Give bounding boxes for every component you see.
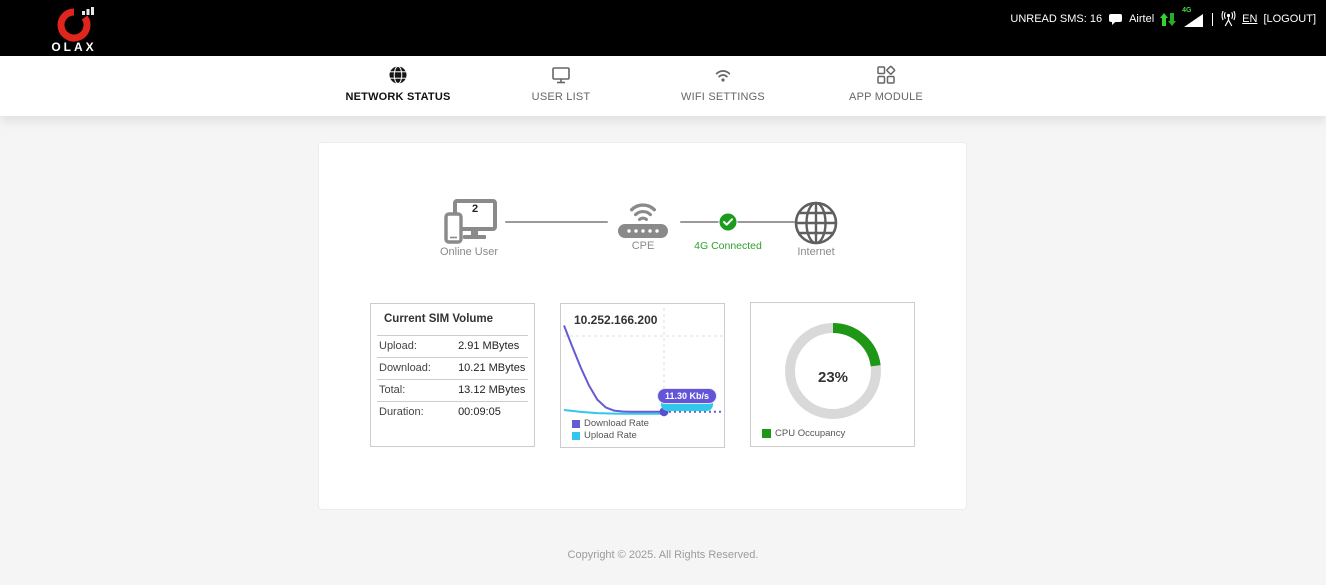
separator [1212,13,1213,26]
monitor-icon [550,64,572,86]
cpu-legend-swatch [762,429,771,438]
sim-volume-title: Current SIM Volume [384,313,493,325]
tab-label: USER LIST [496,91,626,103]
language-switch[interactable]: EN [1242,13,1257,25]
brand-logo: OLAX [44,3,104,55]
row-label: Upload: [379,336,455,357]
download-rate-badge: 11.30 Kb/s [657,388,717,404]
table-row: Download: 10.21 MBytes [377,357,528,379]
tab-user-list[interactable]: USER LIST [496,64,626,112]
cpu-legend: CPU Occupancy [762,427,845,439]
row-value: 10.21 MBytes [458,362,525,374]
tab-label: NETWORK STATUS [333,91,463,103]
internet-node [793,200,839,251]
row-value: 13.12 MBytes [458,384,525,396]
row-value: 00:09:05 [458,406,501,418]
logo-text: OLAX [44,40,104,54]
row-label: Total: [379,380,455,401]
network-type-label: 4G [1182,7,1191,14]
tab-label: WIFI SETTINGS [658,91,788,103]
rate-legend: Download Rate Upload Rate [572,417,649,441]
traffic-arrows-icon [1160,13,1176,26]
diagram-line [505,221,608,223]
tab-network-status[interactable]: NETWORK STATUS [333,64,463,112]
cpe-router-icon [616,197,670,241]
table-row: Total: 13.12 MBytes [377,379,528,401]
antenna-icon [1221,11,1236,27]
logout-link[interactable]: [LOGOUT] [1263,13,1316,25]
download-legend-swatch [572,420,580,428]
legend-item: Download Rate [572,418,649,429]
tab-wifi-settings[interactable]: WIFI SETTINGS [658,64,788,112]
main-nav: NETWORK STATUS USER LIST WIFI SETTINGS A… [0,56,1326,116]
sim-volume-table: Upload: 2.91 MBytes Download: 10.21 MByt… [377,335,528,423]
unread-sms-count[interactable]: UNREAD SMS: 16 [1010,13,1102,25]
cpu-percent-label: 23% [778,369,888,386]
globe-filled-icon [387,64,409,86]
legend-label: CPU Occupancy [775,428,845,439]
table-row: Upload: 2.91 MBytes [377,335,528,357]
carrier-name: Airtel [1129,13,1154,25]
connected-check-icon [718,212,738,232]
legend-label: Upload Rate [584,430,637,441]
internet-globe-icon [793,200,839,246]
copyright-text: Copyright © 2025. All Rights Reserved. [0,549,1326,561]
download-rate-line [564,326,664,412]
top-status-bar: OLAX UNREAD SMS: 16 Airtel 4G EN [LOGOUT… [0,0,1326,56]
rate-chart-panel: 10.252.166.200 11.30 Kb/s Download Rate … [560,303,725,448]
row-value: 2.91 MBytes [458,340,519,352]
legend-item: CPU Occupancy [762,428,845,439]
legend-item: Upload Rate [572,430,649,441]
sim-volume-panel: Current SIM Volume Upload: 2.91 MBytes D… [370,303,535,447]
row-label: Download: [379,358,455,379]
tab-label: APP MODULE [821,91,951,103]
upload-legend-swatch [572,432,580,440]
online-user-count: 2 [465,203,485,215]
grid-modules-icon [875,64,897,86]
cpe-node [616,197,670,246]
row-label: Duration: [379,402,455,423]
legend-label: Download Rate [584,418,649,429]
online-user-node: 2 [443,198,499,248]
sms-message-icon [1108,13,1123,26]
device-ip-title: 10.252.166.200 [574,313,657,327]
wifi-icon [712,64,734,86]
tab-app-module[interactable]: APP MODULE [821,64,951,112]
cpu-panel: 23% CPU Occupancy [750,302,915,447]
signal-strength-icon: 4G [1182,9,1204,29]
table-row: Duration: 00:09:05 [377,401,528,423]
